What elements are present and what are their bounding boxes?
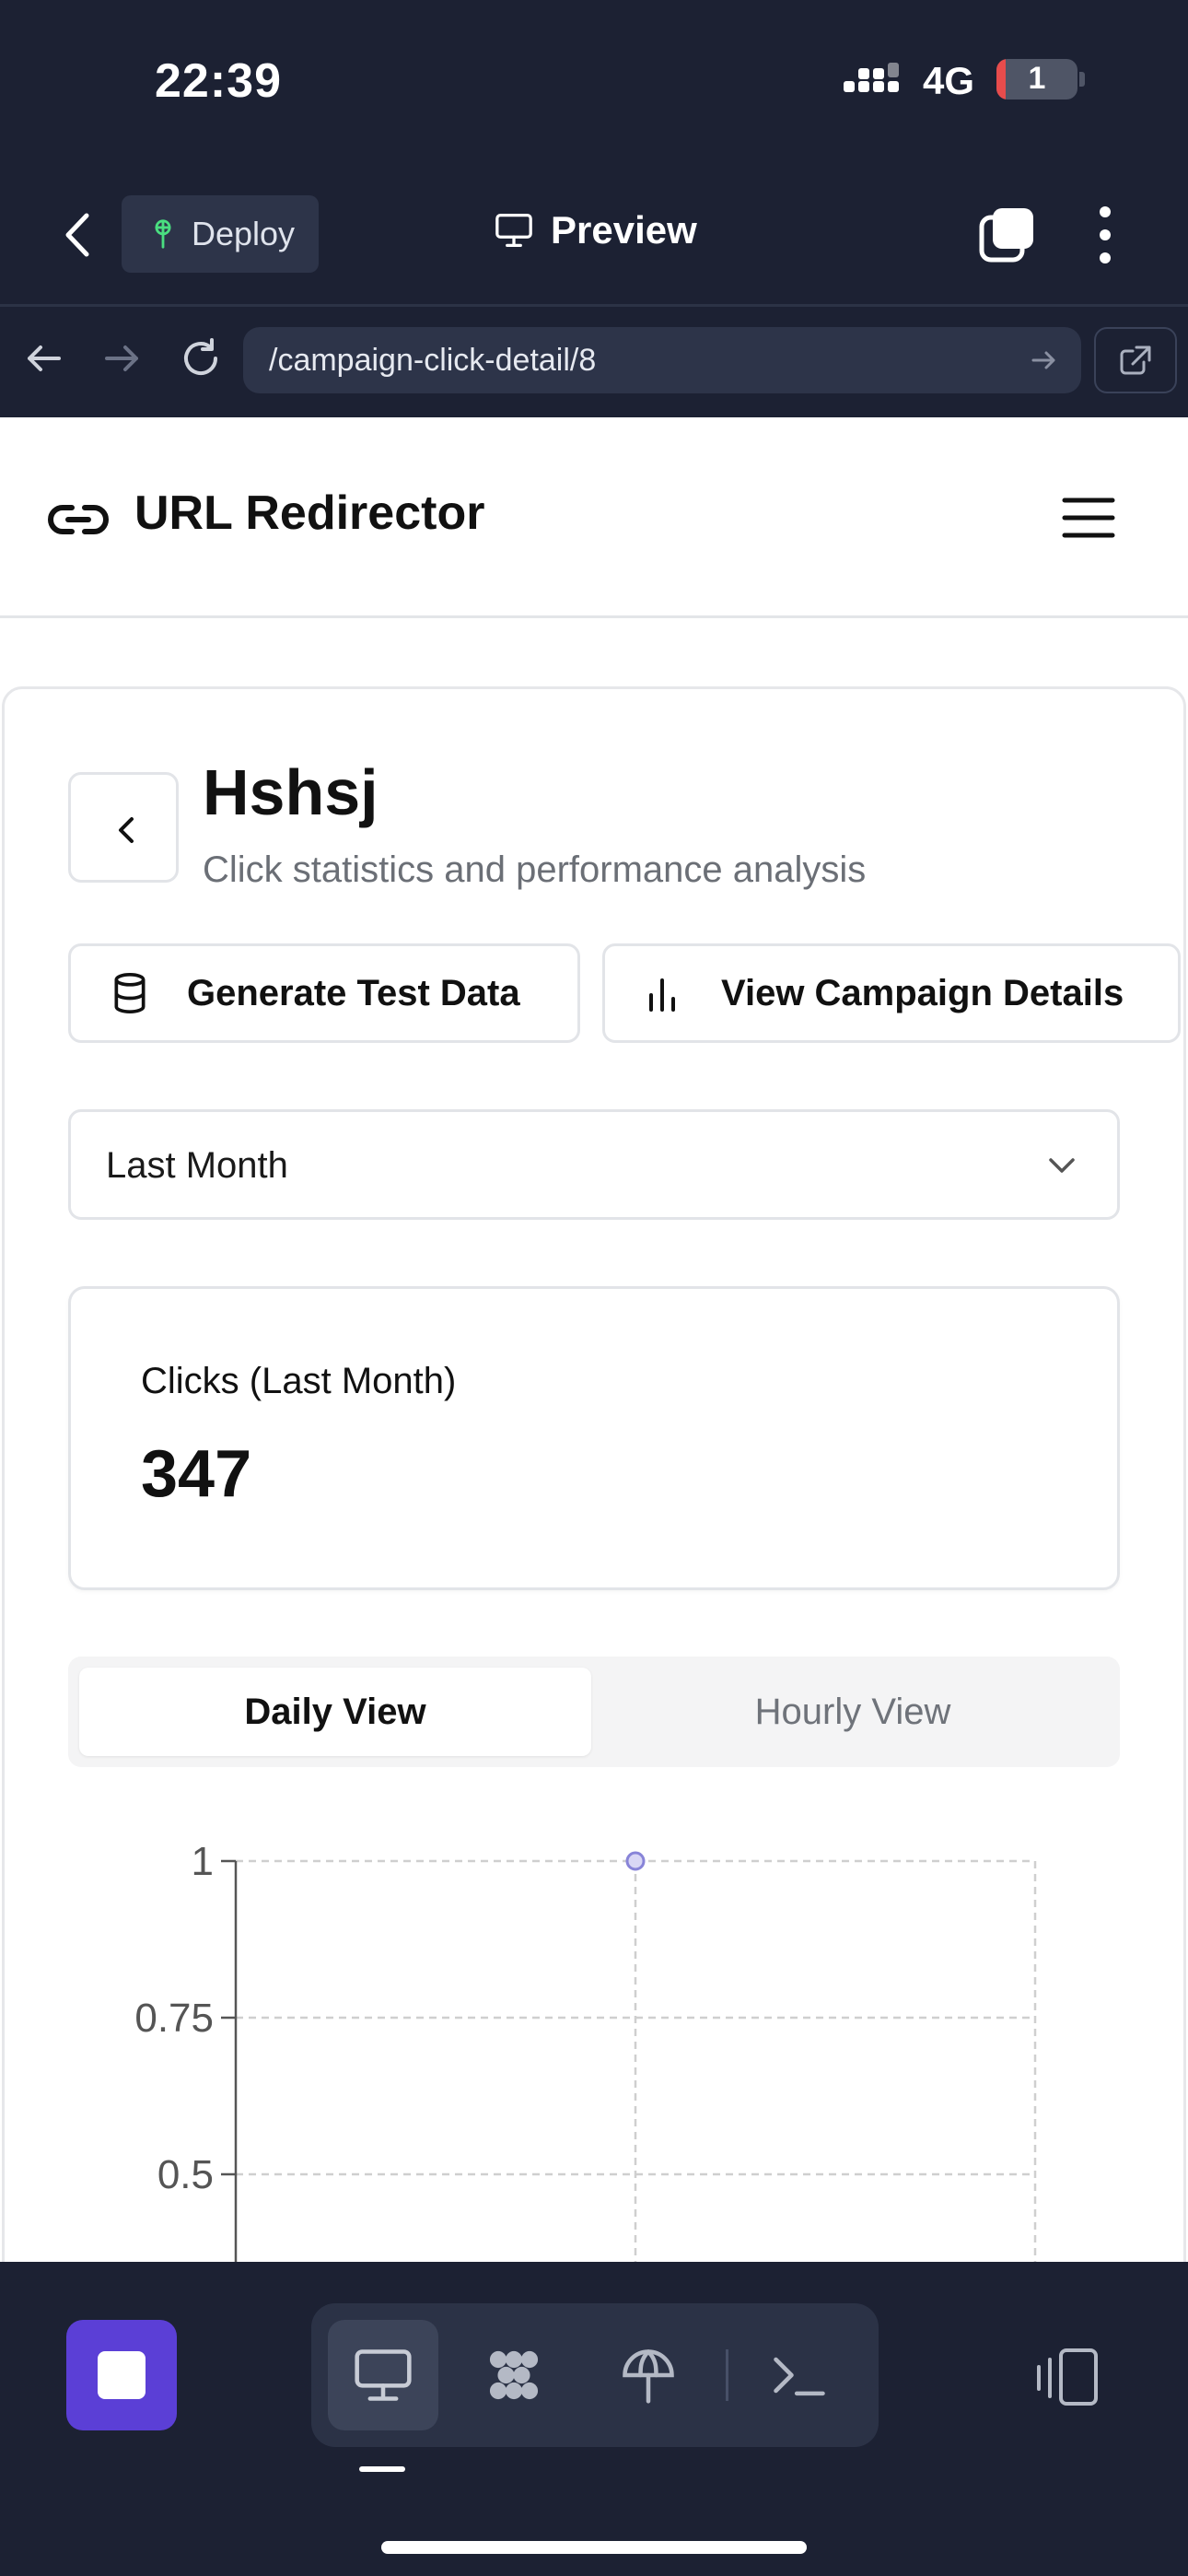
reload-icon[interactable]: [175, 333, 227, 384]
database-icon: [114, 973, 146, 1014]
menu-icon[interactable]: [1061, 495, 1116, 541]
page-subtitle: Click statistics and performance analysi…: [203, 849, 867, 890]
app-toolbar: Deploy Preview: [0, 166, 1188, 304]
signal-icon: [844, 63, 899, 92]
battery-icon: 1: [996, 59, 1077, 100]
link-icon: [48, 505, 109, 534]
stat-label: Clicks (Last Month): [141, 1361, 457, 1401]
y-tick-label: 0.75: [134, 1996, 214, 2041]
period-select[interactable]: Last Month: [68, 1109, 1120, 1220]
tool-group: [311, 2303, 879, 2447]
deploy-button[interactable]: Deploy: [122, 195, 319, 273]
y-tick-label: 0.5: [157, 2152, 214, 2197]
deploy-label: Deploy: [192, 215, 296, 252]
deploy-icon: [623, 2349, 674, 2404]
back-button[interactable]: [68, 772, 179, 883]
device-toggle-icon[interactable]: [1030, 2345, 1103, 2411]
more-vertical-icon[interactable]: [1087, 203, 1124, 267]
view-toggle: Daily View Hourly View: [68, 1657, 1120, 1767]
sprout-icon: [155, 219, 171, 249]
page-title: Hshsj: [203, 756, 379, 828]
chevron-left-icon[interactable]: [55, 206, 101, 263]
generate-label: Generate Test Data: [187, 972, 520, 1013]
stop-button[interactable]: [66, 2320, 177, 2430]
period-selected-value: Last Month: [106, 1145, 288, 1186]
preview-label: Preview: [551, 208, 697, 252]
terminal-tool-button[interactable]: [744, 2320, 855, 2430]
external-link-icon: [1120, 345, 1151, 375]
monitor-icon: [355, 2349, 412, 2401]
bar-chart-icon: [649, 978, 675, 1012]
site-title: URL Redirector: [134, 486, 485, 540]
arrow-right-icon[interactable]: [96, 333, 147, 384]
clicks-chart: 1 0.75 0.5: [134, 1839, 1037, 2262]
chevron-down-icon: [1049, 1158, 1075, 1173]
terminal-icon: [774, 2357, 825, 2396]
tab-daily-view[interactable]: Daily View: [79, 1668, 591, 1756]
home-indicator: [381, 2541, 807, 2554]
clicks-stat-card: Clicks (Last Month) 347: [68, 1286, 1120, 1590]
status-time: 22:39: [155, 54, 282, 108]
status-bar: 22:39 4G 1: [0, 0, 1188, 166]
data-point: [625, 1851, 646, 1871]
chevron-left-icon: [119, 817, 134, 843]
network-type: 4G: [923, 59, 975, 102]
tabs-icon[interactable]: [978, 206, 1035, 263]
preview-tool-button[interactable]: [328, 2320, 438, 2430]
site-header: URL Redirector: [0, 417, 1188, 618]
packages-tool-button[interactable]: [459, 2320, 569, 2430]
battery-cap: [1079, 72, 1085, 87]
browser-bar: /campaign-click-detail/8: [0, 307, 1188, 417]
view-campaign-details-button[interactable]: View Campaign Details: [602, 943, 1181, 1043]
battery-level: 1: [1028, 61, 1046, 96]
stop-icon: [98, 2351, 146, 2399]
active-tool-indicator: [359, 2466, 405, 2472]
stat-value: 347: [141, 1437, 252, 1511]
preview-title: Preview: [494, 208, 697, 252]
details-label: View Campaign Details: [721, 972, 1124, 1013]
monitor-icon: [495, 213, 532, 247]
go-arrow-icon[interactable]: [1028, 344, 1061, 377]
url-field[interactable]: /campaign-click-detail/8: [243, 327, 1081, 393]
deploy-tool-button[interactable]: [593, 2320, 704, 2430]
open-external-button[interactable]: [1094, 327, 1177, 393]
bottom-bar: [0, 2262, 1188, 2576]
generate-test-data-button[interactable]: Generate Test Data: [68, 943, 580, 1043]
packages-icon: [489, 2350, 539, 2400]
tab-hourly-view[interactable]: Hourly View: [597, 1668, 1109, 1756]
y-tick-label: 1: [192, 1839, 214, 1884]
url-text: /campaign-click-detail/8: [269, 343, 597, 378]
tool-divider: [726, 2349, 728, 2401]
arrow-left-icon[interactable]: [18, 333, 70, 384]
